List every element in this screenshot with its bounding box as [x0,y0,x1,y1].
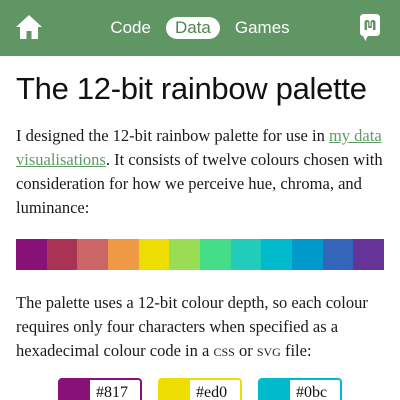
palette-swatch [200,239,231,270]
chip-hex-code: #ed0 [196,384,228,400]
palette-swatch [77,239,109,270]
chip-hex-code: #817 [96,384,128,400]
main-nav: Code Data Games [0,0,400,56]
article: The 12-bit rainbow palette I designed th… [16,56,388,363]
nav-link-code[interactable]: Code [103,16,158,40]
depth-text-or: or [234,341,257,360]
palette-swatch [46,239,78,270]
colour-chip: #ed0 [158,378,242,400]
chip-colour-swatch [160,380,190,400]
colour-chip: #0bc [258,378,342,400]
chip-colour-swatch [260,380,290,400]
palette-swatch [138,239,170,270]
palette-swatch [353,239,385,270]
palette-swatch [322,239,354,270]
page-title: The 12-bit rainbow palette [16,71,367,106]
depth-paragraph: The palette uses a 12-bit colour depth, … [16,291,388,363]
nav-link-data[interactable]: Data [165,17,220,39]
palette-swatch [16,239,47,270]
palette-swatch [261,239,293,270]
mastodon-icon[interactable] [354,12,386,44]
depth-text-end: file: [280,341,312,360]
palette-swatch [230,239,262,270]
nav-link-games[interactable]: Games [228,16,297,40]
home-icon[interactable] [14,12,44,42]
intro-paragraph: I designed the 12-bit rainbow palette fo… [16,124,388,220]
colour-chip: #817 [58,378,142,400]
chip-hex-code: #0bc [296,384,328,400]
svg-label: svg [256,341,281,360]
palette-strip [16,239,385,270]
depth-text: The palette uses a 12-bit colour depth, … [16,293,368,360]
css-label: css [213,341,235,360]
palette-swatch [169,239,201,270]
palette-swatch [108,239,139,270]
top-navigation-bar: Code Data Games [0,0,400,56]
intro-text: I designed the 12-bit rainbow palette fo… [16,126,329,145]
palette-swatch [292,239,323,270]
chip-colour-swatch [60,380,90,400]
